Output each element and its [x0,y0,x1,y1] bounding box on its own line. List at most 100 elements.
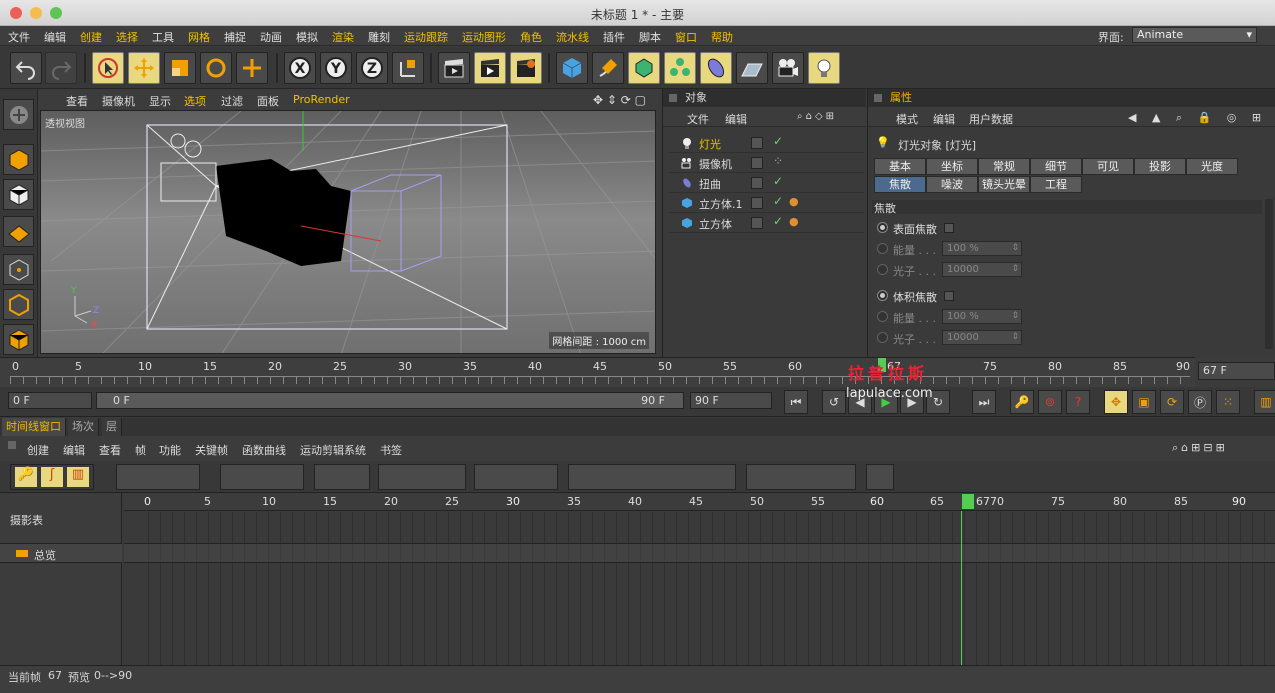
redo-button[interactable] [45,52,77,84]
timeline-menu-motion-system[interactable]: 运动剪辑系统 [300,442,366,458]
lock-tools-group[interactable] [314,464,370,490]
viewport-menu-options[interactable]: 选项 [184,93,206,109]
timeline-menu-edit[interactable]: 编辑 [63,442,85,458]
surface-energy-field[interactable]: 100 % [942,241,1022,256]
interpolation-group[interactable] [378,464,466,490]
preview-range-slider[interactable]: 0 F 90 F [96,392,684,409]
enabled-check-icon[interactable]: ✓ [773,194,783,208]
attributes-scrollbar[interactable] [1265,199,1273,349]
menu-window[interactable]: 窗口 [675,29,697,45]
tab-project[interactable]: 工程 [1030,176,1082,193]
enabled-check-icon[interactable]: ✓ [773,174,783,188]
menu-simulate[interactable]: 模拟 [296,29,318,45]
menu-render[interactable]: 渲染 [332,29,354,45]
go-to-start-button[interactable]: ⏮ [784,390,808,414]
surface-caustics-radio[interactable] [877,222,888,233]
menu-help[interactable]: 帮助 [711,29,733,45]
add-deformer-button[interactable] [700,52,732,84]
f-curve-mode-icon[interactable]: ʃ [41,467,63,487]
menu-edit[interactable]: 编辑 [44,29,66,45]
attributes-menu-user-data[interactable]: 用户数据 [969,111,1013,127]
time-ruler[interactable]: 0 5 10 15 20 25 30 35 40 45 50 55 60 67 … [0,357,1195,387]
menu-mograph[interactable]: 运动图形 [462,29,506,45]
add-cube-button[interactable] [556,52,588,84]
visibility-toggle[interactable] [751,197,763,209]
coordinate-system-button[interactable] [392,52,424,84]
z-axis-button[interactable]: Z [356,52,388,84]
object-row-bend[interactable]: 扭曲 ✓ [669,173,864,193]
menu-animate[interactable]: 动画 [260,29,282,45]
menu-file[interactable]: 文件 [8,29,30,45]
surface-caustics-checkbox[interactable] [944,223,954,233]
surface-photons-field[interactable]: 10000 [942,262,1022,277]
energy-radio[interactable] [877,243,888,254]
live-selection-button[interactable] [92,52,124,84]
polygons-mode-button[interactable] [3,324,34,355]
menu-script[interactable]: 脚本 [639,29,661,45]
go-to-end-button[interactable]: ⏭ [972,390,996,414]
object-row-camera[interactable]: 摄像机 ⁘ [669,153,864,173]
volume-photons-field[interactable]: 10000 [942,330,1022,345]
dope-sheet-grid[interactable]: 0 5 10 15 20 25 30 35 40 45 50 55 60 65 … [124,493,1275,665]
menu-character[interactable]: 角色 [520,29,542,45]
layout-select[interactable]: Animate [1132,27,1257,43]
menu-tools[interactable]: 工具 [152,29,174,45]
menu-plugins[interactable]: 插件 [603,29,625,45]
tab-coord[interactable]: 坐标 [926,158,978,175]
menu-select[interactable]: 选择 [116,29,138,45]
key-scale-button[interactable]: ▣ [1132,390,1156,414]
timeline-menu-f-curve[interactable]: 函数曲线 [242,442,286,458]
autokey-button[interactable]: ⊚ [1038,390,1062,414]
object-row-cube-1[interactable]: 立方体.1 ✓ ● [669,193,864,213]
workplane-mode-button[interactable] [3,216,34,247]
object-row-cube[interactable]: 立方体 ✓ ● [669,213,864,233]
viewport-menu-prorender[interactable]: ProRender [293,93,350,106]
dope-playhead-marker[interactable] [962,494,974,509]
timeline-menu-view[interactable]: 查看 [99,442,121,458]
viewport-menu-panel[interactable]: 面板 [257,93,279,109]
perspective-viewport[interactable]: Y Z X 透视视图 网格间距 : 1000 cm [40,110,656,354]
tab-photometric[interactable]: 光度 [1186,158,1238,175]
attributes-menu-edit[interactable]: 编辑 [933,111,955,127]
material-tag-icon[interactable]: ● [789,215,799,228]
camera-tag-icon[interactable]: ⁘ [773,154,783,168]
texture-mode-button[interactable] [3,179,34,210]
tab-timeline[interactable]: 时间线窗口 [2,418,66,436]
record-button[interactable]: 🔑 [1010,390,1034,414]
rotate-button[interactable] [200,52,232,84]
visibility-toggle[interactable] [751,137,763,149]
volume-caustics-checkbox[interactable] [944,291,954,301]
tab-takes[interactable]: 场次 [68,418,99,436]
menu-motion-tracking[interactable]: 运动跟踪 [404,29,448,45]
visibility-toggle[interactable] [751,157,763,169]
tab-layers[interactable]: 层 [102,418,122,436]
volume-photons-radio[interactable] [877,332,888,343]
menu-mesh[interactable]: 网格 [188,29,210,45]
key-preset-group[interactable] [568,464,736,490]
model-mode-button[interactable] [3,144,34,175]
move-button[interactable] [128,52,160,84]
render-view-button[interactable] [438,52,470,84]
visibility-toggle[interactable] [751,177,763,189]
timeline-menu-keys[interactable]: 关键帧 [195,442,228,458]
viewport-menu-filter[interactable]: 过滤 [221,93,243,109]
timeline-menu-create[interactable]: 创建 [27,442,49,458]
timeline-menu-functions[interactable]: 功能 [159,442,181,458]
scale-button[interactable] [164,52,196,84]
key-parameter-button[interactable]: Ⓟ [1188,390,1212,414]
menu-create[interactable]: 创建 [80,29,102,45]
start-frame-field[interactable]: 0 F [8,392,92,409]
photons-radio[interactable] [877,264,888,275]
recent-tools-button[interactable] [236,52,268,84]
tangent-group[interactable] [474,464,558,490]
menu-sculpt[interactable]: 雕刻 [368,29,390,45]
key-rotation-button[interactable]: ⟳ [1160,390,1184,414]
material-tag-icon[interactable]: ● [789,195,799,208]
volume-energy-field[interactable]: 100 % [942,309,1022,324]
key-pla-button[interactable]: ⁙ [1216,390,1240,414]
render-settings-button[interactable] [510,52,542,84]
range-group[interactable] [746,464,856,490]
tab-visibility[interactable]: 可见 [1082,158,1134,175]
keyframe-selection-button[interactable]: ? [1066,390,1090,414]
timeline-menu-frame[interactable]: 帧 [135,442,146,458]
